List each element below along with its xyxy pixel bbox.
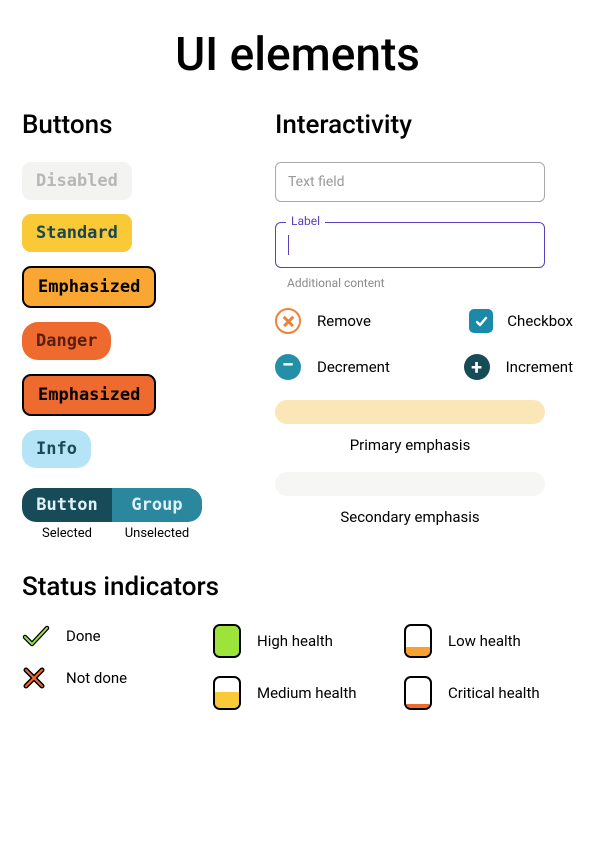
disabled-button: Disabled bbox=[22, 162, 132, 200]
decrement-label: Decrement bbox=[317, 358, 390, 376]
remove-icon[interactable] bbox=[275, 308, 301, 334]
button-group: Button Group bbox=[22, 488, 202, 522]
increment-icon[interactable]: + bbox=[464, 354, 490, 380]
decrement-icon[interactable]: − bbox=[275, 354, 301, 380]
danger-button[interactable]: Danger bbox=[22, 322, 111, 360]
info-button[interactable]: Info bbox=[22, 430, 91, 468]
standard-button[interactable]: Standard bbox=[22, 214, 132, 252]
emphasized-button[interactable]: Emphasized bbox=[22, 266, 156, 308]
primary-emphasis-label: Primary emphasis bbox=[275, 436, 545, 454]
button-group-unselected[interactable]: Group bbox=[112, 488, 202, 522]
increment-label: Increment bbox=[506, 358, 573, 376]
remove-label: Remove bbox=[317, 312, 371, 330]
checkbox-icon[interactable] bbox=[469, 309, 493, 333]
medium-health-icon bbox=[213, 676, 241, 710]
page-title: UI elements bbox=[22, 28, 573, 82]
not-done-label: Not done bbox=[66, 669, 127, 687]
secondary-emphasis-label: Secondary emphasis bbox=[275, 508, 545, 526]
text-field-placeholder: Text field bbox=[288, 174, 345, 190]
done-label: Done bbox=[66, 627, 101, 645]
checkbox-label: Checkbox bbox=[507, 312, 573, 330]
button-group-sub-b: Unselected bbox=[112, 526, 202, 541]
high-health-label: High health bbox=[257, 632, 333, 650]
primary-emphasis-bar bbox=[275, 400, 545, 424]
field-label: Label bbox=[286, 214, 325, 228]
critical-health-icon bbox=[404, 676, 432, 710]
done-icon bbox=[22, 624, 50, 648]
low-health-label: Low health bbox=[448, 632, 521, 650]
text-field[interactable]: Text field bbox=[275, 162, 545, 202]
text-cursor bbox=[288, 235, 289, 255]
danger-emphasized-button[interactable]: Emphasized bbox=[22, 374, 156, 416]
status-heading: Status indicators bbox=[22, 572, 573, 602]
not-done-icon bbox=[22, 666, 50, 690]
high-health-icon bbox=[213, 624, 241, 658]
secondary-emphasis-bar bbox=[275, 472, 545, 496]
critical-health-label: Critical health bbox=[448, 684, 540, 702]
buttons-heading: Buttons bbox=[22, 110, 247, 140]
labeled-text-field[interactable]: Label bbox=[275, 222, 545, 268]
helper-text: Additional content bbox=[287, 276, 573, 290]
low-health-icon bbox=[404, 624, 432, 658]
button-group-sub-a: Selected bbox=[22, 526, 112, 541]
button-group-selected[interactable]: Button bbox=[22, 488, 112, 522]
medium-health-label: Medium health bbox=[257, 684, 357, 702]
interactivity-heading: Interactivity bbox=[275, 110, 573, 140]
